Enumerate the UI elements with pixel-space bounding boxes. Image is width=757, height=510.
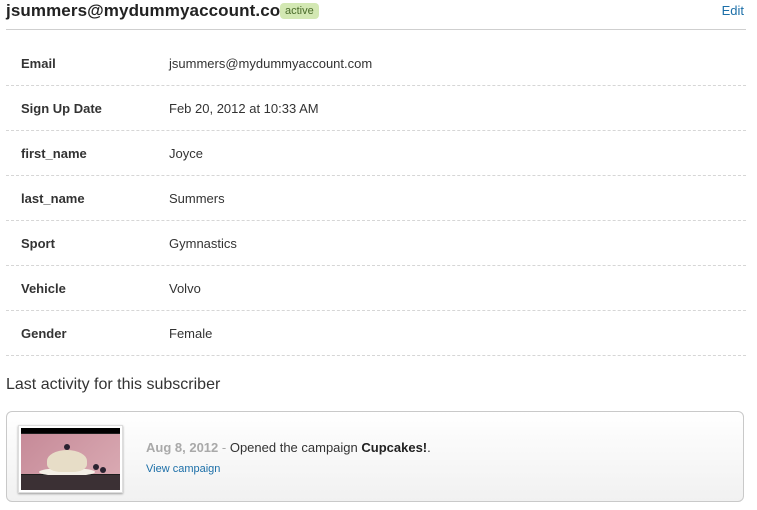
field-label: Email bbox=[21, 56, 56, 71]
field-label: Gender bbox=[21, 326, 67, 341]
field-value: Summers bbox=[169, 191, 225, 206]
field-label: Vehicle bbox=[21, 281, 66, 296]
cupcake-photo bbox=[21, 434, 120, 476]
subscriber-email-title: jsummers@mydummyaccount.com bbox=[6, 1, 296, 20]
thumbnail-footer bbox=[21, 475, 120, 490]
activity-separator: - bbox=[218, 440, 230, 455]
field-label: first_name bbox=[21, 146, 87, 161]
field-row-sport: Sport Gymnastics bbox=[6, 221, 746, 266]
berry-shape bbox=[93, 464, 99, 470]
field-label: Sport bbox=[21, 236, 55, 251]
field-value: Joyce bbox=[169, 146, 203, 161]
edit-link[interactable]: Edit bbox=[722, 3, 744, 18]
field-value: Female bbox=[169, 326, 213, 341]
subscriber-header: jsummers@mydummyaccount.com active Edit bbox=[6, 0, 746, 30]
campaign-thumbnail[interactable] bbox=[18, 425, 123, 493]
cake-shape bbox=[47, 450, 87, 472]
campaign-name: Cupcakes! bbox=[361, 440, 428, 455]
field-row-first-name: first_name Joyce bbox=[6, 131, 746, 176]
field-label: last_name bbox=[21, 191, 85, 206]
activity-heading: Last activity for this subscriber bbox=[6, 376, 221, 393]
activity-end: . bbox=[427, 440, 431, 455]
berry-shape bbox=[100, 467, 106, 473]
field-value: Volvo bbox=[169, 281, 201, 296]
field-row-gender: Gender Female bbox=[6, 311, 746, 356]
activity-text: Opened the campaign bbox=[229, 440, 362, 455]
campaign-thumbnail-image bbox=[21, 428, 120, 490]
view-campaign-link[interactable]: View campaign bbox=[146, 463, 220, 475]
status-badge: active bbox=[280, 3, 319, 19]
field-row-last-name: last_name Summers bbox=[6, 176, 746, 221]
activity-card: Aug 8, 2012 - Opened the campaign Cupcak… bbox=[6, 411, 744, 502]
field-label: Sign Up Date bbox=[21, 101, 102, 116]
field-value: Feb 20, 2012 at 10:33 AM bbox=[169, 101, 319, 116]
field-row-email: Email jsummers@mydummyaccount.com bbox=[6, 41, 746, 86]
field-value: jsummers@mydummyaccount.com bbox=[169, 56, 373, 71]
thumbnail-header-bar bbox=[21, 428, 120, 433]
berry-shape bbox=[64, 444, 70, 450]
field-row-signup-date: Sign Up Date Feb 20, 2012 at 10:33 AM bbox=[6, 86, 746, 131]
field-row-vehicle: Vehicle Volvo bbox=[6, 266, 746, 311]
activity-date: Aug 8, 2012 bbox=[146, 440, 219, 455]
activity-description: Aug 8, 2012 - Opened the campaign Cupcak… bbox=[146, 440, 431, 455]
subscriber-fields: Email jsummers@mydummyaccount.com Sign U… bbox=[6, 41, 746, 356]
field-value: Gymnastics bbox=[169, 236, 237, 251]
